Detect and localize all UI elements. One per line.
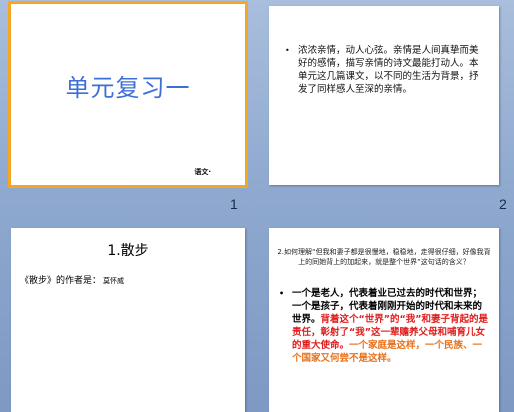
author-label: 《散步》的作者是： [20,276,102,286]
intro-paragraph: 浓浓亲情，动人心弦。亲情是人间真挚而美好的感情，描写亲情的诗文最能打动人。本单元… [298,45,479,95]
slide-title: 单元复习一 [65,74,191,102]
slide-footer: 语文· [194,168,211,176]
slide-body: • 浓浓亲情，动人心弦。亲情是人间真挚而美好的感情，描写亲情的诗文最能打动人。本… [285,44,485,96]
answer-block: • 一个是老人，代表着业已过去的时代和世界；一个是孩子，代表着刚刚开始的时代和未… [279,287,491,365]
question-text: 2.如何理解“但我和妻子都是很慢地，稳稳地，走得很仔细，好像我背上的同她背上的加… [277,248,491,266]
author-name: 莫怀威 [103,277,125,285]
slide-thumbnail-1[interactable]: 单元复习一 语文· [8,1,248,188]
bullet-icon: • [279,289,285,298]
author-line: 《散步》的作者是： 莫怀威 [20,273,124,286]
answer-text: 一个是老人，代表着业已过去的时代和世界；一个是孩子，代表着刚刚开始的时代和未来的… [292,287,491,365]
slide-title: 1.散步 [107,243,149,259]
slide-number: 2 [499,196,507,212]
slide-thumbnail-2[interactable]: • 浓浓亲情，动人心弦。亲情是人间真挚而美好的感情，描写亲情的诗文最能打动人。本… [269,6,499,185]
slide-thumbnail-3[interactable]: 1.散步 《散步》的作者是： 莫怀威 [11,228,245,412]
slide-number: 1 [230,196,238,212]
slide-thumbnail-4[interactable]: 2.如何理解“但我和妻子都是很慢地，稳稳地，走得很仔细，好像我背上的同她背上的加… [269,228,499,412]
bullet-icon: • [285,46,290,55]
